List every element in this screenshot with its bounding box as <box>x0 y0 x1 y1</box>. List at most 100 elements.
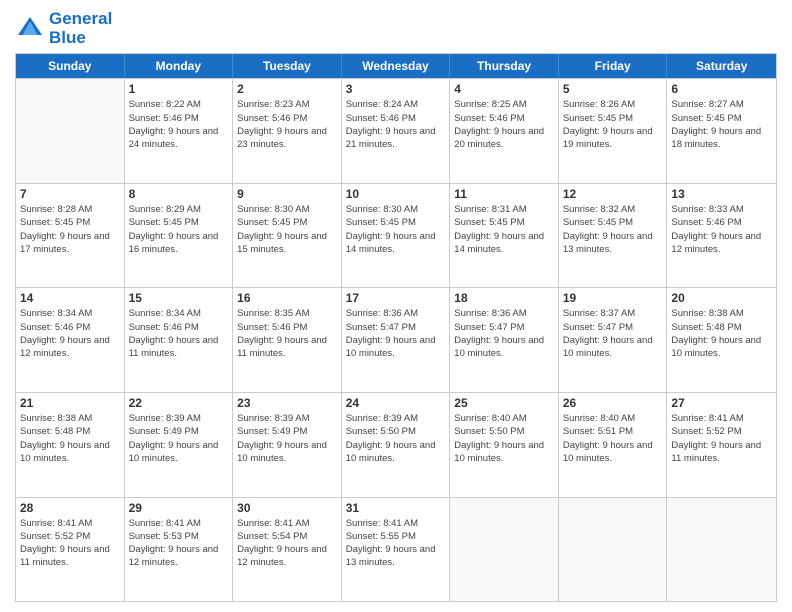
day-info: Sunrise: 8:33 AM Sunset: 5:46 PM Dayligh… <box>671 203 772 256</box>
day-info: Sunrise: 8:40 AM Sunset: 5:50 PM Dayligh… <box>454 412 554 465</box>
day-info: Sunrise: 8:38 AM Sunset: 5:48 PM Dayligh… <box>20 412 120 465</box>
day-number: 8 <box>129 187 229 201</box>
day-info: Sunrise: 8:24 AM Sunset: 5:46 PM Dayligh… <box>346 98 446 151</box>
day-number: 25 <box>454 396 554 410</box>
header-day-wednesday: Wednesday <box>342 54 451 78</box>
day-info: Sunrise: 8:41 AM Sunset: 5:52 PM Dayligh… <box>20 517 120 570</box>
calendar-cell: 6Sunrise: 8:27 AM Sunset: 5:45 PM Daylig… <box>667 79 776 183</box>
day-info: Sunrise: 8:41 AM Sunset: 5:55 PM Dayligh… <box>346 517 446 570</box>
day-number: 30 <box>237 501 337 515</box>
day-number: 18 <box>454 291 554 305</box>
day-number: 20 <box>671 291 772 305</box>
day-info: Sunrise: 8:31 AM Sunset: 5:45 PM Dayligh… <box>454 203 554 256</box>
calendar-cell: 31 Sunrise: 8:41 AM Sunset: 5:55 PM Dayli… <box>342 498 451 602</box>
calendar-row-3: 14 Sunrise: 8:34 AM Sunset: 5:46 PM Dayli… <box>16 287 776 392</box>
day-number: 21 <box>20 396 120 410</box>
calendar-cell: 28 Sunrise: 8:41 AM Sunset: 5:52 PM Dayli… <box>16 498 125 602</box>
day-number: 2 <box>237 82 337 96</box>
calendar-cell <box>667 498 776 602</box>
calendar-cell <box>450 498 559 602</box>
calendar-cell: 8 Sunrise: 8:29 AM Sunset: 5:45 PM Daylig… <box>125 184 234 288</box>
calendar-cell: 25 Sunrise: 8:40 AM Sunset: 5:50 PM Dayli… <box>450 393 559 497</box>
day-info: Sunrise: 8:34 AM Sunset: 5:46 PM Dayligh… <box>129 307 229 360</box>
day-info: Sunrise: 8:36 AM Sunset: 5:47 PM Dayligh… <box>454 307 554 360</box>
calendar-cell: 5 Sunrise: 8:26 AM Sunset: 5:45 PM Daylig… <box>559 79 668 183</box>
day-number: 5 <box>563 82 663 96</box>
header-day-saturday: Saturday <box>667 54 776 78</box>
day-number: 31 <box>346 501 446 515</box>
header: General Blue <box>15 10 777 47</box>
day-info: Sunrise: 8:38 AM Sunset: 5:48 PM Dayligh… <box>671 307 772 360</box>
calendar-row-1: 1Sunrise: 8:22 AM Sunset: 5:46 PM Daylig… <box>16 78 776 183</box>
calendar-cell: 11 Sunrise: 8:31 AM Sunset: 5:45 PM Dayli… <box>450 184 559 288</box>
day-info: Sunrise: 8:23 AM Sunset: 5:46 PM Dayligh… <box>237 98 337 151</box>
calendar-cell: 30Sunrise: 8:41 AM Sunset: 5:54 PM Dayli… <box>233 498 342 602</box>
calendar-cell <box>559 498 668 602</box>
calendar-cell: 14 Sunrise: 8:34 AM Sunset: 5:46 PM Dayli… <box>16 288 125 392</box>
day-number: 3 <box>346 82 446 96</box>
calendar-cell: 1Sunrise: 8:22 AM Sunset: 5:46 PM Daylig… <box>125 79 234 183</box>
calendar-cell: 23 Sunrise: 8:39 AM Sunset: 5:49 PM Dayli… <box>233 393 342 497</box>
day-info: Sunrise: 8:39 AM Sunset: 5:50 PM Dayligh… <box>346 412 446 465</box>
day-number: 24 <box>346 396 446 410</box>
day-info: Sunrise: 8:39 AM Sunset: 5:49 PM Dayligh… <box>237 412 337 465</box>
calendar-cell: 3 Sunrise: 8:24 AM Sunset: 5:46 PM Daylig… <box>342 79 451 183</box>
day-number: 23 <box>237 396 337 410</box>
day-info: Sunrise: 8:30 AM Sunset: 5:45 PM Dayligh… <box>237 203 337 256</box>
page: General Blue SundayMondayTuesdayWednesda… <box>0 0 792 612</box>
day-number: 11 <box>454 187 554 201</box>
logo-text: General Blue <box>49 10 112 47</box>
day-info: Sunrise: 8:22 AM Sunset: 5:46 PM Dayligh… <box>129 98 229 151</box>
day-number: 6 <box>671 82 772 96</box>
calendar-cell: 19 Sunrise: 8:37 AM Sunset: 5:47 PM Dayli… <box>559 288 668 392</box>
header-day-friday: Friday <box>559 54 668 78</box>
day-number: 12 <box>563 187 663 201</box>
day-info: Sunrise: 8:37 AM Sunset: 5:47 PM Dayligh… <box>563 307 663 360</box>
calendar-cell: 4 Sunrise: 8:25 AM Sunset: 5:46 PM Daylig… <box>450 79 559 183</box>
day-number: 9 <box>237 187 337 201</box>
day-number: 27 <box>671 396 772 410</box>
day-number: 7 <box>20 187 120 201</box>
calendar-cell: 12 Sunrise: 8:32 AM Sunset: 5:45 PM Dayli… <box>559 184 668 288</box>
day-number: 4 <box>454 82 554 96</box>
day-number: 13 <box>671 187 772 201</box>
calendar-cell: 9 Sunrise: 8:30 AM Sunset: 5:45 PM Daylig… <box>233 184 342 288</box>
day-number: 14 <box>20 291 120 305</box>
day-info: Sunrise: 8:29 AM Sunset: 5:45 PM Dayligh… <box>129 203 229 256</box>
day-info: Sunrise: 8:34 AM Sunset: 5:46 PM Dayligh… <box>20 307 120 360</box>
calendar-body: 1Sunrise: 8:22 AM Sunset: 5:46 PM Daylig… <box>16 78 776 601</box>
day-number: 19 <box>563 291 663 305</box>
calendar-cell: 18 Sunrise: 8:36 AM Sunset: 5:47 PM Dayli… <box>450 288 559 392</box>
calendar-cell: 13 Sunrise: 8:33 AM Sunset: 5:46 PM Dayli… <box>667 184 776 288</box>
calendar-header: SundayMondayTuesdayWednesdayThursdayFrid… <box>16 54 776 78</box>
day-info: Sunrise: 8:26 AM Sunset: 5:45 PM Dayligh… <box>563 98 663 151</box>
calendar-cell <box>16 79 125 183</box>
calendar-cell: 2 Sunrise: 8:23 AM Sunset: 5:46 PM Daylig… <box>233 79 342 183</box>
calendar-cell: 29 Sunrise: 8:41 AM Sunset: 5:53 PM Dayli… <box>125 498 234 602</box>
calendar-cell: 24 Sunrise: 8:39 AM Sunset: 5:50 PM Dayli… <box>342 393 451 497</box>
header-day-thursday: Thursday <box>450 54 559 78</box>
day-number: 17 <box>346 291 446 305</box>
calendar-cell: 17Sunrise: 8:36 AM Sunset: 5:47 PM Dayli… <box>342 288 451 392</box>
calendar: SundayMondayTuesdayWednesdayThursdayFrid… <box>15 53 777 602</box>
calendar-cell: 22 Sunrise: 8:39 AM Sunset: 5:49 PM Dayli… <box>125 393 234 497</box>
day-info: Sunrise: 8:41 AM Sunset: 5:53 PM Dayligh… <box>129 517 229 570</box>
calendar-row-5: 28 Sunrise: 8:41 AM Sunset: 5:52 PM Dayli… <box>16 497 776 602</box>
day-number: 26 <box>563 396 663 410</box>
day-number: 22 <box>129 396 229 410</box>
day-info: Sunrise: 8:25 AM Sunset: 5:46 PM Dayligh… <box>454 98 554 151</box>
calendar-cell: 15Sunrise: 8:34 AM Sunset: 5:46 PM Dayli… <box>125 288 234 392</box>
day-info: Sunrise: 8:35 AM Sunset: 5:46 PM Dayligh… <box>237 307 337 360</box>
calendar-cell: 26 Sunrise: 8:40 AM Sunset: 5:51 PM Dayli… <box>559 393 668 497</box>
day-info: Sunrise: 8:41 AM Sunset: 5:52 PM Dayligh… <box>671 412 772 465</box>
day-number: 29 <box>129 501 229 515</box>
day-info: Sunrise: 8:40 AM Sunset: 5:51 PM Dayligh… <box>563 412 663 465</box>
day-number: 10 <box>346 187 446 201</box>
header-day-sunday: Sunday <box>16 54 125 78</box>
day-number: 28 <box>20 501 120 515</box>
logo-icon <box>15 14 45 44</box>
day-info: Sunrise: 8:32 AM Sunset: 5:45 PM Dayligh… <box>563 203 663 256</box>
day-info: Sunrise: 8:30 AM Sunset: 5:45 PM Dayligh… <box>346 203 446 256</box>
day-info: Sunrise: 8:39 AM Sunset: 5:49 PM Dayligh… <box>129 412 229 465</box>
calendar-cell: 10 Sunrise: 8:30 AM Sunset: 5:45 PM Dayli… <box>342 184 451 288</box>
